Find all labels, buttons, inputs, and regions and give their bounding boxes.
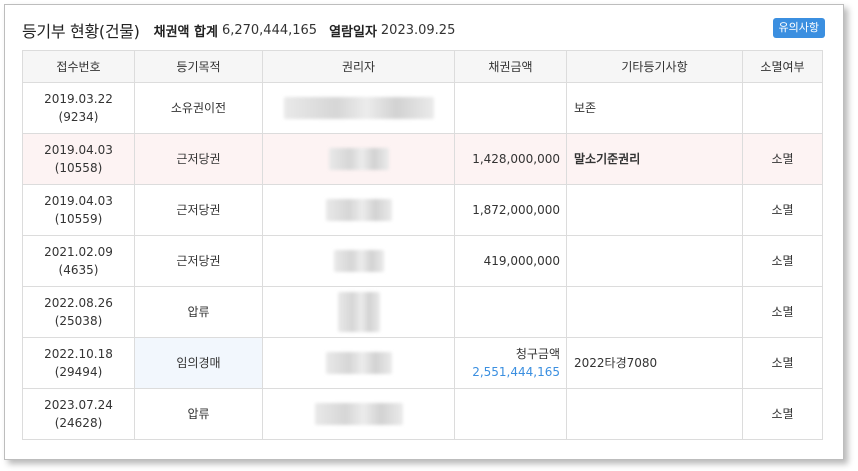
col-header-holder: 권리자 [262,50,455,83]
col-header-purpose: 등기목적 [134,50,263,83]
status-cell: 소멸 [742,337,823,389]
receipt-date: 2022.08.26 [44,296,113,310]
redacted-holder [325,352,392,374]
status-cell: 소멸 [742,133,823,185]
amount-cell [454,388,567,440]
receipt-date: 2019.03.22 [44,92,113,106]
receipt-cell: 2019.03.22 (9234) [22,82,135,134]
receipt-number: (10559) [54,212,103,226]
purpose-cell: 압류 [134,388,263,440]
receipt-cell: 2022.08.26 (25038) [22,286,135,338]
receipt-date: 2019.04.03 [44,143,113,157]
status-cell: 소멸 [742,235,823,287]
col-header-receipt: 접수번호 [22,50,135,83]
redacted-holder [314,403,403,425]
status-cell: 소멸 [742,286,823,338]
amount-cell: 1,428,000,000 [454,133,567,185]
col-header-etc: 기타등기사항 [566,50,743,83]
redacted-holder [333,250,384,272]
page-title: 등기부 현황(건물) [22,22,140,41]
holder-cell [262,388,455,440]
redacted-holder [337,292,380,332]
receipt-date: 2022.10.18 [44,347,113,361]
receipt-date: 2021.02.09 [44,245,113,259]
registry-panel: 등기부 현황(건물) 채권액 합계 6,270,444,165 열람일자 202… [4,4,844,460]
etc-cell: 2022타경7080 [566,337,743,389]
receipt-number: (29494) [54,365,103,379]
holder-cell [262,184,455,236]
purpose-cell: 근저당권 [134,235,263,287]
registry-table: 접수번호 등기목적 권리자 채권금액 기타등기사항 소멸여부 2019.03.2… [22,50,823,440]
etc-cell: 말소기준권리 [566,133,743,185]
etc-cell [566,184,743,236]
status-cell: 소멸 [742,184,823,236]
table-row: 2019.03.22 (9234) 소유권이전 보존 [22,82,823,134]
table-header-row: 접수번호 등기목적 권리자 채권금액 기타등기사항 소멸여부 [22,50,823,83]
table-row: 2022.10.18 (29494) 임의경매 청구금액 2,551,444,165… [22,337,823,389]
redacted-holder [283,97,434,119]
panel-header: 등기부 현황(건물) 채권액 합계 6,270,444,165 열람일자 202… [22,17,825,43]
redacted-holder [325,199,392,221]
receipt-cell: 2023.07.24 (24628) [22,388,135,440]
purpose-cell: 근저당권 [134,133,263,185]
receipt-date: 2023.07.24 [44,398,113,412]
purpose-cell: 근저당권 [134,184,263,236]
amount-cell: 1,872,000,000 [454,184,567,236]
status-cell [742,82,823,134]
holder-cell [262,133,455,185]
col-header-amount: 채권금액 [454,50,567,83]
amount-cell: 419,000,000 [454,235,567,287]
etc-cell [566,286,743,338]
amount-cell [454,286,567,338]
claim-amount-label: 청구금액 [515,347,560,361]
table-row-highlighted: 2019.04.03 (10558) 근저당권 1,428,000,000 말소기… [22,133,823,185]
holder-cell [262,235,455,287]
col-header-status: 소멸여부 [742,50,823,83]
purpose-cell: 소유권이전 [134,82,263,134]
etc-cell: 보존 [566,82,743,134]
purpose-cell: 임의경매 [134,337,263,389]
amount-cell: 청구금액 2,551,444,165 [454,337,567,389]
date-value: 2023.09.25 [380,22,456,38]
receipt-number: (9234) [58,110,99,124]
date-label: 열람일자 [329,24,377,40]
total-value: 6,270,444,165 [221,22,318,38]
receipt-cell: 2019.04.03 (10558) [22,133,135,185]
receipt-cell: 2021.02.09 (4635) [22,235,135,287]
total-label: 채권액 합계 [153,24,218,40]
notice-button[interactable]: 유의사항 [772,18,825,38]
receipt-number: (25038) [54,314,103,328]
receipt-cell: 2019.04.03 (10559) [22,184,135,236]
etc-cell [566,235,743,287]
table-row: 2019.04.03 (10559) 근저당권 1,872,000,000 소멸 [22,184,823,236]
table-row: 2021.02.09 (4635) 근저당권 419,000,000 소멸 [22,235,823,287]
status-cell: 소멸 [742,388,823,440]
table-row: 2022.08.26 (25038) 압류 소멸 [22,286,823,338]
holder-cell [262,337,455,389]
receipt-number: (24628) [54,416,103,430]
redacted-holder [328,148,389,170]
receipt-date: 2019.04.03 [44,194,113,208]
receipt-number: (4635) [58,263,99,277]
table-row: 2023.07.24 (24628) 압류 소멸 [22,388,823,440]
receipt-cell: 2022.10.18 (29494) [22,337,135,389]
holder-cell [262,82,455,134]
etc-cell [566,388,743,440]
amount-cell [454,82,567,134]
purpose-cell: 압류 [134,286,263,338]
receipt-number: (10558) [54,161,103,175]
claim-amount-value: 2,551,444,165 [472,365,560,379]
holder-cell [262,286,455,338]
